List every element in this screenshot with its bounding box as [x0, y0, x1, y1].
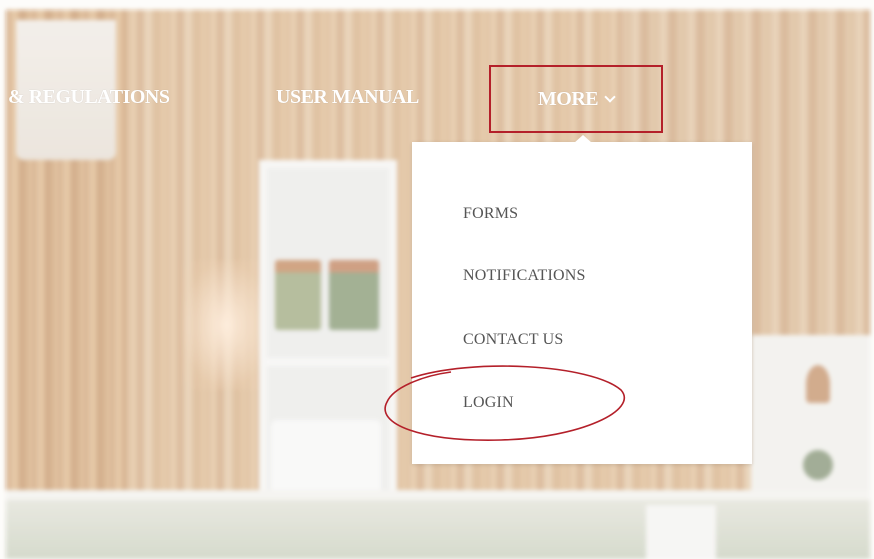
menu-item-notifications[interactable]: NOTIFICATIONS: [463, 267, 586, 285]
nav-item-regulations[interactable]: & REGULATIONS: [8, 86, 170, 109]
screenshot-canvas: & REGULATIONS USER MANUAL MORE FORMS NOT…: [0, 0, 874, 559]
nav-item-more-label: MORE: [537, 87, 599, 110]
menu-item-forms[interactable]: FORMS: [463, 205, 518, 223]
login-highlight-ellipse: [384, 365, 626, 441]
dropdown-caret: [574, 135, 592, 143]
menu-item-contact-us[interactable]: CONTACT US: [463, 331, 563, 349]
nav-item-more[interactable]: MORE: [489, 65, 663, 133]
chevron-down-icon: [604, 90, 616, 103]
nav-item-user-manual[interactable]: USER MANUAL: [276, 86, 419, 109]
